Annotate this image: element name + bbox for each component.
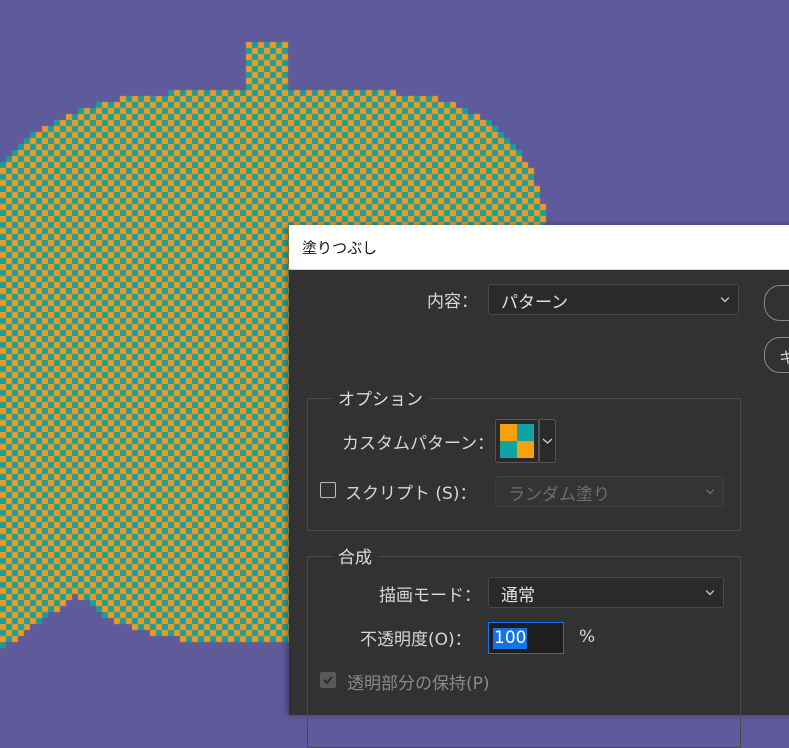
opacity-label: 不透明度(O)： (360, 630, 472, 650)
dialog-title: 塗りつぶし (302, 239, 378, 257)
blend-mode-label: 描画モード： (379, 586, 481, 606)
chevron-down-icon (705, 489, 715, 495)
chevron-down-icon (720, 297, 730, 303)
opacity-unit: % (579, 627, 596, 647)
pattern-cell (517, 424, 534, 441)
chevron-down-icon (542, 438, 553, 444)
opacity-value: 100 (493, 628, 528, 649)
contents-select[interactable]: パターン (488, 284, 739, 315)
blend-mode-select[interactable]: 通常 (488, 577, 724, 608)
script-value: ランダム塗り (508, 485, 610, 505)
options-group (307, 398, 741, 531)
cancel-button[interactable]: キ (764, 337, 789, 373)
dialog-titlebar[interactable]: 塗りつぶし (289, 225, 789, 270)
pattern-swatch[interactable] (495, 419, 539, 463)
ok-button[interactable] (764, 285, 789, 321)
script-checkbox[interactable] (320, 482, 336, 498)
script-label: スクリプト (S)： (345, 484, 477, 504)
preserve-transparency-checkbox[interactable] (320, 672, 336, 688)
fill-dialog: 塗りつぶし 内容： パターン キ オプション カスタムパターン： スクリプト (… (289, 225, 789, 748)
pattern-cell (517, 441, 534, 458)
cancel-button-label: キ (779, 348, 789, 367)
custom-pattern-label: カスタムパターン： (342, 434, 495, 454)
pattern-cell (500, 441, 517, 458)
chevron-down-icon (705, 590, 715, 596)
options-group-title: オプション (332, 385, 429, 410)
pattern-cell (500, 424, 517, 441)
contents-label: 内容： (427, 292, 478, 312)
preserve-transparency-label: 透明部分の保持(P) (347, 674, 490, 694)
blending-group-title: 合成 (332, 543, 378, 568)
blend-mode-value: 通常 (501, 586, 535, 606)
opacity-input[interactable]: 100 (488, 622, 564, 654)
script-select[interactable]: ランダム塗り (495, 476, 724, 507)
checkmark-icon (323, 676, 333, 685)
pattern-picker-button[interactable] (539, 419, 556, 463)
contents-value: パターン (501, 293, 569, 313)
